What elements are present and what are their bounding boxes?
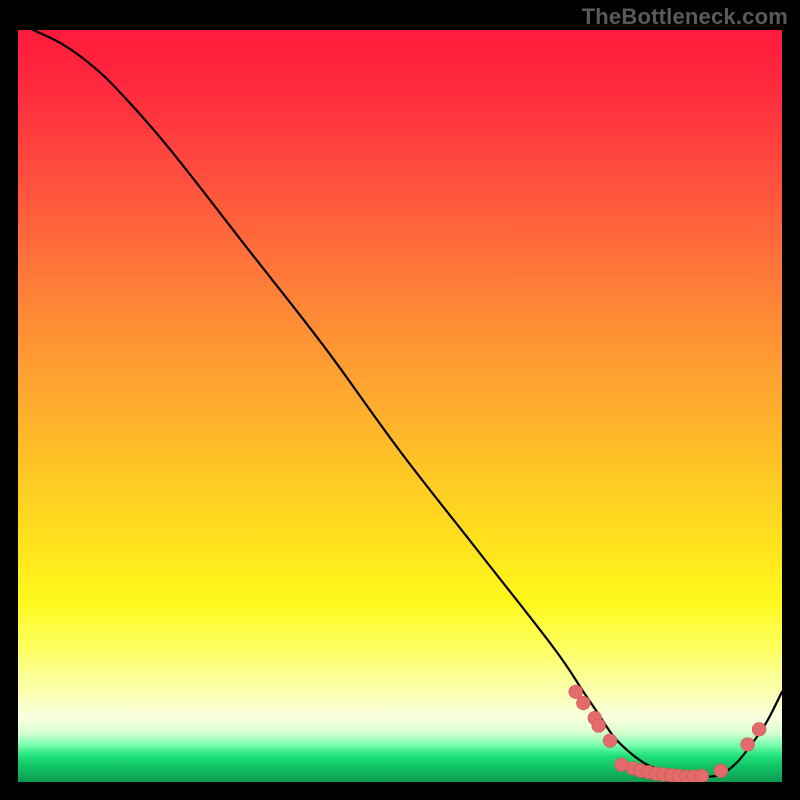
data-marker bbox=[741, 738, 755, 752]
curve-layer bbox=[18, 30, 782, 782]
chart-frame: TheBottleneck.com bbox=[0, 0, 800, 800]
plot-area bbox=[18, 30, 782, 782]
data-marker bbox=[695, 769, 709, 782]
data-marker bbox=[576, 696, 590, 710]
data-marker bbox=[714, 764, 728, 778]
data-marker bbox=[752, 723, 766, 737]
data-marker bbox=[603, 734, 617, 748]
bottleneck-curve bbox=[33, 30, 782, 777]
data-marker bbox=[569, 685, 583, 699]
data-marker bbox=[592, 719, 606, 733]
marker-group bbox=[569, 685, 766, 782]
curve-svg bbox=[18, 30, 782, 782]
watermark-label: TheBottleneck.com bbox=[582, 4, 788, 30]
